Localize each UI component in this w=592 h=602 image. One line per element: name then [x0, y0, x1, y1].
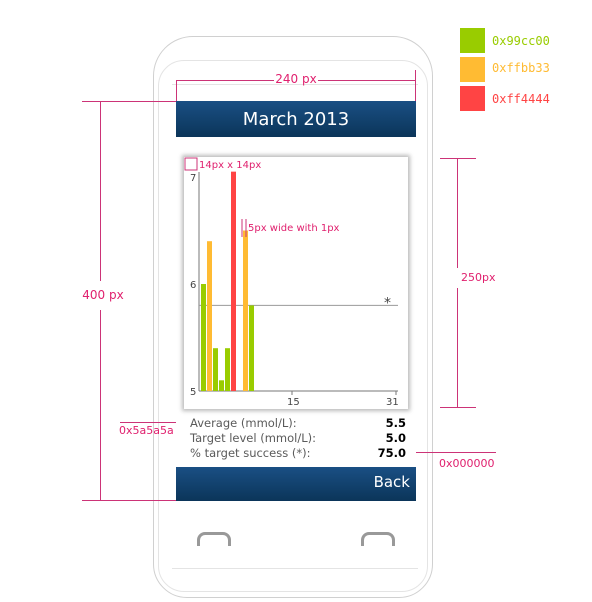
stat-success-value: 75.0 — [377, 446, 406, 460]
chart-height-arrow-top — [457, 158, 458, 268]
marker-size-box — [184, 157, 198, 171]
text-color-label: 0x5a5a5a — [119, 424, 174, 437]
stat-row-target: Target level (mmol/L): 5.0 — [190, 431, 406, 446]
stat-average-value: 5.5 — [385, 416, 406, 430]
stat-row-success: % target success (*): 75.0 — [190, 446, 406, 461]
width-arrow-right — [318, 80, 415, 81]
chart-height-guide-bottom — [440, 407, 476, 408]
x-tick-label: 31 — [386, 397, 399, 408]
value-color-pointer — [408, 452, 496, 453]
month-title: March 2013 — [242, 108, 350, 130]
stat-row-average: Average (mmol/L): 5.5 — [190, 416, 406, 431]
legend-swatch-orange — [460, 57, 485, 82]
bar-day-3 — [213, 348, 218, 391]
month-header: March 2013 — [176, 101, 416, 137]
stat-success-label: % target success (*): — [190, 446, 311, 460]
target-marker: * — [384, 295, 391, 311]
legend-swatch-red — [460, 86, 485, 111]
legend-label-green: 0x99cc00 — [492, 34, 550, 48]
bar-day-5 — [225, 348, 230, 391]
y-tick-label: 5 — [190, 387, 196, 398]
bar-day-2 — [207, 241, 212, 391]
y-tick-label: 7 — [190, 173, 196, 184]
legend-label-orange: 0xffbb33 — [492, 61, 550, 75]
marker-size-label: 14px x 14px — [199, 160, 261, 171]
x-tick-label: 15 — [287, 397, 300, 408]
stat-target-label: Target level (mmol/L): — [190, 431, 317, 445]
glucose-bar-chart: 5 6 7 15 31 * 14px x 14px 5px wide with 1px — [184, 157, 399, 408]
height-guide-bottom — [82, 500, 176, 501]
hardware-back-button[interactable] — [361, 532, 395, 546]
height-arrow-top — [100, 101, 101, 281]
height-guide-top — [82, 101, 176, 102]
y-tick-label: 6 — [190, 280, 196, 291]
phone-bottom-divider — [172, 568, 418, 569]
bar-day-4 — [219, 380, 224, 391]
bar-day-8 — [243, 230, 248, 391]
bar-day-9 — [249, 305, 254, 391]
bar-day-1 — [201, 284, 206, 391]
chart-height-arrow-bottom — [457, 288, 458, 407]
width-guide-right — [415, 70, 416, 102]
stat-target-value: 5.0 — [385, 431, 406, 445]
width-arrow-left — [176, 80, 274, 81]
value-color-label: 0x000000 — [439, 457, 495, 470]
legend-label-red: 0xff4444 — [492, 92, 550, 106]
stat-average-label: Average (mmol/L): — [190, 416, 297, 430]
bar-day-6 — [231, 171, 236, 391]
app-screen: March 2013 5 6 7 15 31 * 14px x 14px 5px wide w… — [176, 101, 416, 501]
legend-swatch-green — [460, 28, 485, 53]
height-label: 400 px — [82, 288, 124, 302]
chart-panel: 5 6 7 15 31 * 14px x 14px 5px wide with 1px — [184, 157, 408, 409]
chart-height-guide-top — [440, 158, 476, 159]
footer-bar: Back — [176, 467, 416, 501]
width-label: 240 px — [275, 72, 317, 86]
back-button[interactable]: Back — [374, 473, 410, 491]
hardware-menu-button[interactable] — [197, 532, 231, 546]
bar-width-label: 5px wide with 1px — [248, 223, 340, 234]
height-arrow-bottom — [100, 310, 101, 500]
chart-height-label: 250px — [461, 271, 496, 284]
width-guide-left — [176, 80, 177, 102]
